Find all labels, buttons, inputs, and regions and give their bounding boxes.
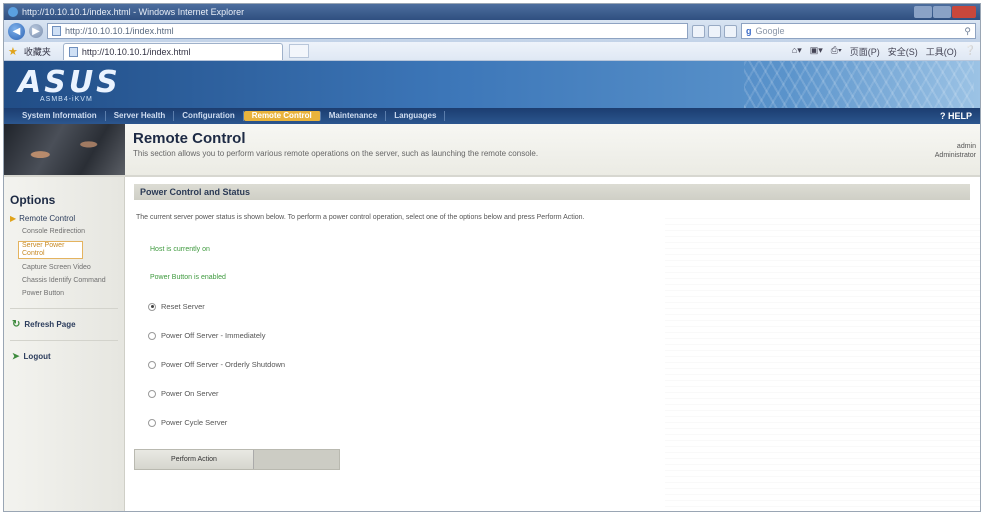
address-row: ◀ ▶ http://10.10.10.1/index.html g Googl…: [4, 20, 980, 42]
print-icon[interactable]: ⎙▾: [831, 45, 842, 58]
menu-languages[interactable]: Languages: [386, 111, 446, 121]
section-title: Power Control and Status: [134, 184, 970, 200]
menu-configuration[interactable]: Configuration: [174, 111, 244, 121]
menu-tools[interactable]: 工具(O): [926, 45, 957, 58]
header-text: Remote Control This section allows you t…: [125, 124, 920, 175]
option-label: Power Cycle Server: [161, 418, 228, 427]
favorites-star-icon[interactable]: ★: [8, 45, 18, 58]
close-button[interactable]: [952, 6, 976, 18]
sidebar-item-chassis-identify[interactable]: Chassis Identify Command: [4, 277, 114, 285]
sidebar-group-remote-control[interactable]: ▶ Remote Control: [4, 214, 124, 223]
sidebar-divider: [10, 308, 118, 309]
refresh-page-label: Refresh Page: [24, 320, 76, 329]
stop-icon[interactable]: [724, 24, 737, 38]
minimize-button[interactable]: [914, 6, 932, 18]
sidebar-group-label: Remote Control: [19, 214, 76, 223]
forward-button[interactable]: ▶: [29, 24, 43, 38]
perform-action-button[interactable]: Perform Action: [135, 450, 254, 469]
browser-window: http://10.10.10.1/index.html - Windows I…: [3, 3, 981, 512]
page-description: This section allows you to perform vario…: [133, 149, 539, 158]
radio-power-on[interactable]: [148, 389, 156, 398]
menu-maintenance[interactable]: Maintenance: [321, 111, 387, 121]
compat-view-icon[interactable]: [692, 24, 705, 38]
option-label: Reset Server: [161, 302, 205, 311]
page-title: Remote Control: [133, 130, 246, 147]
search-box[interactable]: g Google ⚲: [741, 23, 976, 39]
menu-server-health[interactable]: Server Health: [106, 111, 175, 121]
search-placeholder: Google: [755, 26, 785, 36]
window-titlebar: http://10.10.10.1/index.html - Windows I…: [4, 4, 980, 20]
search-icon[interactable]: ⚲: [964, 26, 971, 37]
logout-link[interactable]: ➤ Logout: [4, 351, 124, 362]
help-link[interactable]: ? HELP: [940, 111, 972, 121]
sidebar-title: Options: [10, 193, 56, 207]
refresh-page-link[interactable]: ↻ Refresh Page: [4, 319, 124, 330]
window-title: http://10.10.10.1/index.html - Windows I…: [22, 7, 245, 17]
asus-banner: ASUS ASMB4-iKVM: [4, 61, 980, 108]
menu-remote-control[interactable]: Remote Control: [243, 111, 321, 121]
window-controls: [914, 6, 976, 18]
address-text: http://10.10.10.1/index.html: [65, 26, 174, 36]
address-tools: [692, 24, 737, 38]
command-bar: ⌂▾ ▣▾ ⎙▾ 页面(P) 安全(S) 工具(O) ❔: [792, 45, 976, 58]
page-icon: [52, 26, 61, 36]
product-name: ASMB4-iKVM: [40, 96, 93, 103]
radio-power-off-immediately[interactable]: [148, 331, 156, 340]
main-area: Options ▶ Remote Control Console Redirec…: [4, 177, 980, 511]
sidebar: Options ▶ Remote Control Console Redirec…: [4, 177, 125, 511]
user-name: admin: [956, 143, 976, 150]
favorites-label[interactable]: 收藏夹: [24, 45, 51, 58]
help-icon[interactable]: ❔: [965, 45, 976, 58]
sidebar-item-server-power-control[interactable]: Server Power Control: [18, 241, 83, 259]
radio-power-off-orderly[interactable]: [148, 360, 156, 369]
page-header: Remote Control This section allows you t…: [4, 124, 980, 177]
logout-icon: ➤: [12, 351, 20, 361]
perform-action-bar: Perform Action: [134, 449, 340, 470]
maximize-button[interactable]: [933, 6, 951, 18]
radio-power-cycle[interactable]: [148, 418, 156, 427]
option-label: Power Off Server - Orderly Shutdown: [161, 360, 286, 369]
menu-page[interactable]: 页面(P): [850, 45, 880, 58]
logout-label: Logout: [23, 352, 51, 361]
refresh-icon[interactable]: [708, 24, 721, 38]
ie-icon: [8, 7, 18, 17]
user-role: Administrator: [934, 152, 976, 159]
favorites-bar: ★ 收藏夹 http://10.10.10.1/index.html ⌂▾ ▣▾…: [4, 42, 980, 61]
browser-tab[interactable]: http://10.10.10.1/index.html: [62, 42, 283, 60]
feeds-icon[interactable]: ▣▾: [810, 45, 823, 58]
refresh-icon: ↻: [12, 319, 21, 330]
content-texture: [665, 217, 980, 507]
tab-page-icon: [68, 46, 78, 57]
menu-safety[interactable]: 安全(S): [888, 45, 918, 58]
google-icon: g: [746, 26, 752, 36]
option-label: Power Off Server - Immediately: [161, 331, 266, 340]
back-button[interactable]: ◀: [8, 22, 25, 40]
banner-graphic: [744, 61, 974, 108]
sidebar-item-power-button[interactable]: Power Button: [4, 290, 114, 298]
sidebar-divider: [10, 340, 118, 341]
new-tab-button[interactable]: [288, 44, 309, 58]
home-icon[interactable]: ⌂▾: [792, 45, 802, 58]
tab-title: http://10.10.10.1/index.html: [81, 46, 191, 57]
radio-reset-server[interactable]: [148, 302, 156, 311]
address-bar[interactable]: http://10.10.10.1/index.html: [47, 23, 688, 39]
menu-system-information[interactable]: System Information: [14, 111, 106, 121]
help-label: HELP: [947, 111, 972, 121]
user-info: admin Administrator: [920, 124, 980, 175]
main-menu: System Information Server Health Configu…: [4, 108, 980, 124]
sidebar-item-console-redirection[interactable]: Console Redirection: [4, 228, 114, 236]
sidebar-item-capture-screen-video[interactable]: Capture Screen Video: [4, 264, 114, 272]
option-label: Power On Server: [161, 389, 219, 398]
asus-logo: ASUS: [18, 65, 121, 100]
triangle-icon: ▶: [10, 214, 17, 223]
content-panel: Power Control and Status The current ser…: [125, 177, 980, 511]
header-photo: [4, 124, 125, 175]
